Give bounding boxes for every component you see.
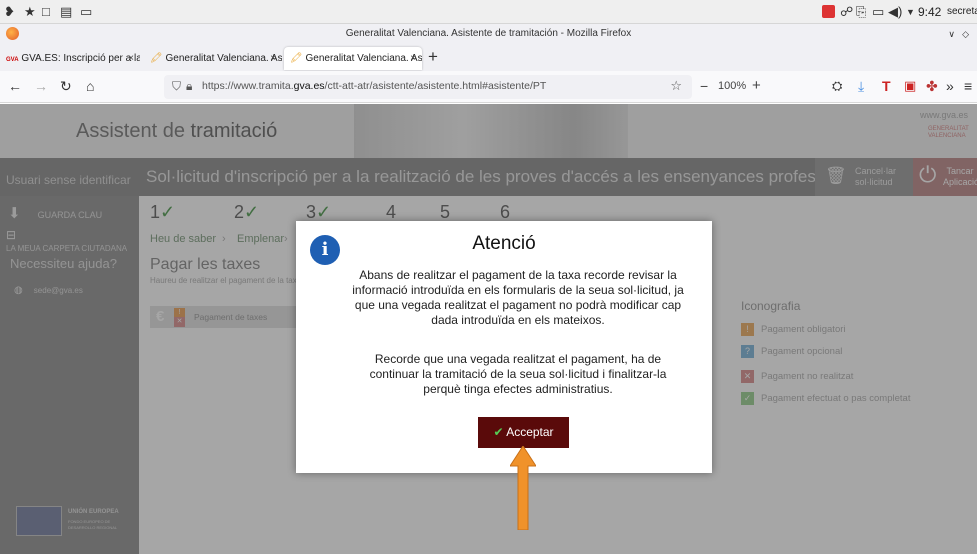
- menu-icon[interactable]: ≡: [964, 78, 972, 94]
- close-icon[interactable]: ×: [410, 47, 416, 70]
- tab-label: Generalitat Valenciana. As: [165, 53, 282, 64]
- close-icon[interactable]: ×: [128, 47, 134, 70]
- wand-icon: 🖍: [150, 53, 163, 64]
- bird-icon[interactable]: ❥: [4, 4, 15, 20]
- tab-strip: GVA GVA.ES: Inscripció per a la × 🖍 Gene…: [0, 44, 977, 71]
- wand-icon: 🖍: [290, 53, 303, 64]
- forward-icon[interactable]: →: [34, 78, 48, 94]
- close-icon[interactable]: ×: [270, 47, 276, 70]
- zoom-out-icon[interactable]: −: [700, 78, 708, 94]
- bookmark-star-icon[interactable]: ☆: [670, 78, 682, 94]
- display-icon[interactable]: ▭: [872, 4, 884, 20]
- clock: 9:42: [918, 5, 942, 19]
- web-page: Assistent de tramitació www.gva.es GENER…: [0, 104, 977, 554]
- url-text[interactable]: https://www.tramita.gva.es/ctt-att-atr/a…: [202, 80, 546, 92]
- url-bar[interactable]: ⛉ 🔒︎ https://www.tramita.gva.es/ctt-att-…: [164, 75, 692, 99]
- zoom-in-icon[interactable]: +: [752, 77, 761, 94]
- tab-label: GVA.ES: Inscripció per a la: [21, 53, 140, 64]
- check-icon: ✔: [493, 425, 504, 439]
- extension-icon[interactable]: ▣: [904, 78, 916, 94]
- files-icon[interactable]: ▤: [60, 4, 72, 20]
- star-icon[interactable]: ★: [24, 4, 36, 20]
- record-icon[interactable]: [822, 5, 835, 18]
- dialog-paragraph-1: Abans de realitzar el pagament de la tax…: [352, 268, 684, 327]
- accept-label: Acceptar: [506, 425, 554, 439]
- zoom-level[interactable]: 100%: [718, 80, 746, 92]
- navigation-bar: ← → ↻ ⌂ ⛉ 🔒︎ https://www.tramita.gva.es/…: [0, 71, 977, 103]
- system-bar: ❥ ★ □ ▤ ▭ ☍ ⎘ ▭ ◀) ▼ 9:42 secretari: [0, 0, 977, 24]
- orange-arrow-annotation: [510, 446, 536, 530]
- firefox-icon: [6, 27, 19, 40]
- window-title-bar: Generalitat Valenciana. Asistente de tra…: [0, 24, 977, 44]
- network-icon[interactable]: ☍: [840, 4, 853, 20]
- window-icon[interactable]: □: [42, 4, 50, 19]
- tab-gva-inscripcio[interactable]: GVA GVA.ES: Inscripció per a la ×: [0, 47, 140, 70]
- attention-dialog: i Atenció Abans de realitzar el pagament…: [296, 221, 712, 473]
- tab-generalitat-1[interactable]: 🖍 Generalitat Valenciana. As ×: [144, 47, 282, 70]
- translate-t-icon[interactable]: T: [882, 78, 891, 94]
- tab-label: Generalitat Valenciana. As: [305, 53, 422, 64]
- overflow-icon[interactable]: »: [946, 78, 954, 94]
- screen: ❥ ★ □ ▤ ▭ ☍ ⎘ ▭ ◀) ▼ 9:42 secretari Gene…: [0, 0, 977, 554]
- gva-favicon-icon: GVA: [6, 57, 19, 63]
- lock-icon[interactable]: 🔒︎: [186, 79, 192, 94]
- chevron-down-icon[interactable]: ∨: [948, 24, 955, 44]
- dialog-title: Atenció: [472, 233, 536, 254]
- reload-icon[interactable]: ↻: [60, 78, 72, 95]
- shield-icon[interactable]: ⛉: [172, 79, 181, 94]
- chevron-down-icon[interactable]: ▼: [906, 7, 915, 17]
- puzzle-icon[interactable]: ✤: [926, 78, 938, 95]
- clipboard-icon[interactable]: ⎘: [856, 4, 866, 20]
- back-icon[interactable]: ←: [8, 78, 22, 94]
- tab-generalitat-2[interactable]: 🖍 Generalitat Valenciana. As ×: [284, 47, 422, 70]
- pocket-icon[interactable]: ⛭: [832, 78, 842, 94]
- dialog-paragraph-2: Recorde que una vegada realitzat el paga…: [369, 352, 667, 396]
- download-icon[interactable]: ⤓: [858, 78, 864, 95]
- monitor-icon[interactable]: ▭: [80, 4, 92, 20]
- accept-button[interactable]: ✔ Acceptar: [478, 417, 569, 448]
- window-title: Generalitat Valenciana. Asistente de tra…: [345, 28, 632, 39]
- restore-icon[interactable]: ◇: [962, 24, 969, 44]
- volume-icon[interactable]: ◀): [888, 4, 902, 20]
- new-tab-icon[interactable]: +: [428, 47, 438, 67]
- user-name: secretari: [947, 6, 977, 17]
- home-icon[interactable]: ⌂: [86, 78, 94, 94]
